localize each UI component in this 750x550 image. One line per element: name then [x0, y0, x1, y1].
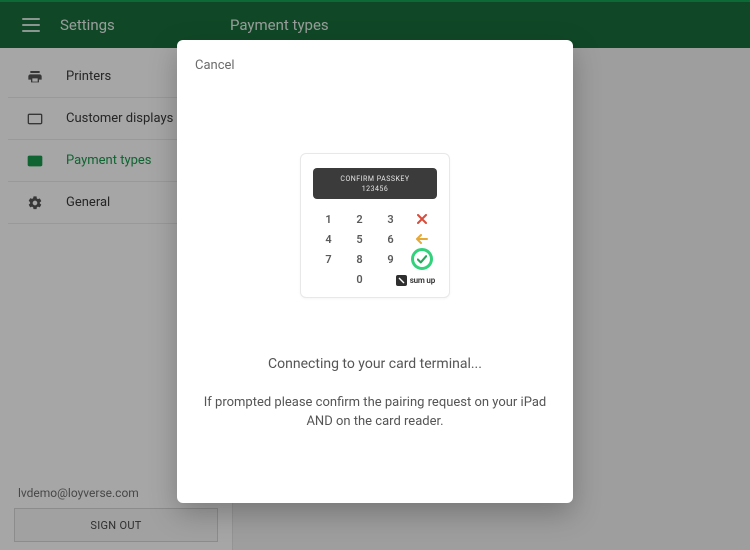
modal-body: CONFIRM PASSKEY 123456 1 2 3 4 5 6	[177, 73, 573, 503]
key-6: 6	[375, 229, 406, 249]
sumup-brand: sum up	[396, 275, 435, 286]
cancel-x-icon	[406, 209, 437, 229]
card-reader-keypad: 1 2 3 4 5 6 7 8 9	[313, 209, 437, 289]
key-5: 5	[344, 229, 375, 249]
key-7: 7	[313, 249, 344, 269]
key-3: 3	[375, 209, 406, 229]
cancel-button[interactable]: Cancel	[195, 58, 235, 73]
card-reader-image: CONFIRM PASSKEY 123456 1 2 3 4 5 6	[300, 153, 450, 298]
modal-header: Cancel	[177, 40, 573, 73]
pairing-modal: Cancel CONFIRM PASSKEY 123456 1 2 3 4 5	[177, 40, 573, 503]
key-4: 4	[313, 229, 344, 249]
sumup-brand-text: sum up	[410, 276, 435, 285]
sumup-logo-icon	[396, 275, 407, 286]
status-text: Connecting to your card terminal...	[268, 356, 482, 372]
brand-row: sum up	[375, 269, 437, 289]
back-arrow-icon	[406, 229, 437, 249]
app-root: Settings Payment types Printers Customer…	[0, 0, 750, 550]
key-8: 8	[344, 249, 375, 269]
key-9: 9	[375, 249, 406, 269]
lcd-line-1: CONFIRM PASSKEY	[317, 175, 433, 183]
confirm-check-icon	[406, 249, 437, 269]
key-2: 2	[344, 209, 375, 229]
key-1: 1	[313, 209, 344, 229]
lcd-line-2: 123456	[317, 185, 433, 193]
key-blank	[313, 269, 344, 289]
key-0: 0	[344, 269, 375, 289]
card-reader-display: CONFIRM PASSKEY 123456	[313, 168, 437, 199]
hint-text: If prompted please confirm the pairing r…	[197, 394, 553, 432]
